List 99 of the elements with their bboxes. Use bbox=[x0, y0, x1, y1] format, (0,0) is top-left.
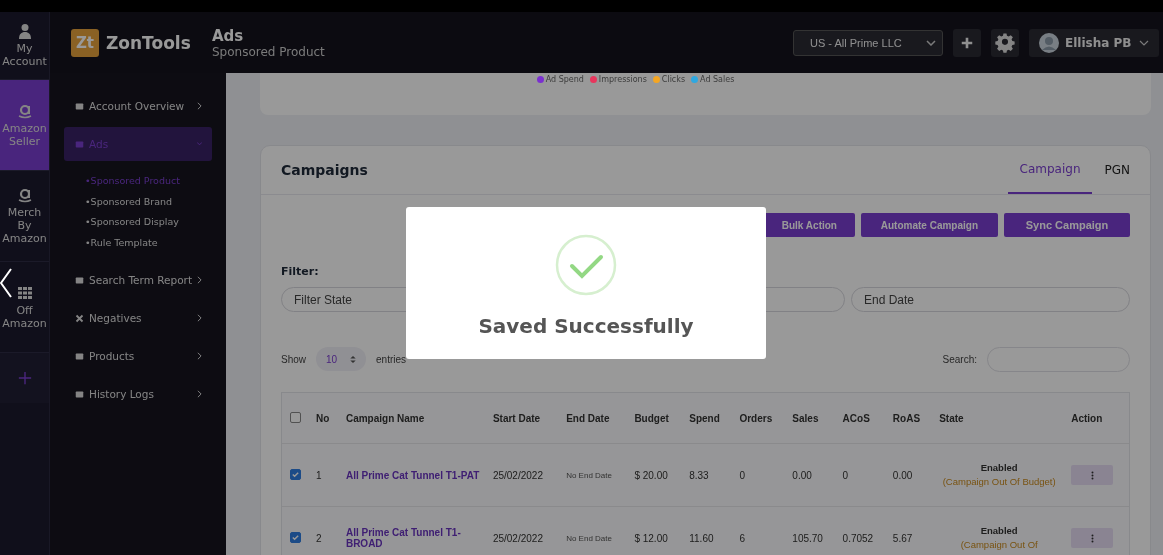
filter-field[interactable]: End Date bbox=[851, 287, 1130, 312]
column-header: Action bbox=[1065, 393, 1129, 444]
table-cell: 1 bbox=[316, 469, 322, 481]
legend-label: Clicks bbox=[661, 74, 686, 84]
nav-icon bbox=[75, 139, 84, 149]
nav-item[interactable]: Products bbox=[64, 339, 212, 373]
tab[interactable]: PGN bbox=[1092, 146, 1142, 194]
account-select[interactable]: US - All Prime LLC bbox=[793, 29, 943, 56]
table-cell: 0 bbox=[842, 469, 849, 481]
row-checkbox[interactable] bbox=[290, 532, 301, 543]
column-header: Campaign Name bbox=[339, 393, 487, 444]
chevron-right-icon bbox=[197, 390, 202, 398]
state-note: (Campaign Out Of Budget) bbox=[941, 475, 1057, 489]
table-cell: 11.60 bbox=[689, 532, 714, 544]
action-button[interactable]: Sync Campaign bbox=[1004, 213, 1130, 237]
nav-item[interactable]: Search Term Report bbox=[64, 263, 212, 297]
nav-icon bbox=[75, 351, 84, 361]
chevron-down-icon bbox=[197, 140, 202, 148]
nav-item[interactable]: Negatives bbox=[64, 301, 212, 335]
chevron-left-icon[interactable] bbox=[0, 266, 12, 300]
filter-label: Filter: bbox=[281, 265, 320, 278]
table-cell: 8.33 bbox=[689, 469, 709, 481]
table-cell: No End Date bbox=[566, 533, 612, 543]
add-button[interactable] bbox=[953, 28, 981, 57]
page-size-select[interactable]: 10 bbox=[316, 347, 366, 371]
tab[interactable]: Campaign bbox=[1007, 146, 1093, 194]
column-header: Start Date bbox=[486, 393, 561, 444]
chevron-down-icon bbox=[926, 39, 936, 46]
grid-icon bbox=[16, 284, 33, 301]
nav-item[interactable]: History Logs bbox=[64, 377, 212, 411]
column-header: State bbox=[933, 393, 1066, 444]
dialog-message: Saved Successfully bbox=[478, 314, 694, 338]
column-header: RoAS bbox=[886, 393, 934, 444]
logo-mark: Zt bbox=[71, 28, 99, 57]
table-cell: No End Date bbox=[566, 470, 612, 480]
chevron-down-icon bbox=[1139, 39, 1149, 46]
chevron-right-icon bbox=[197, 352, 202, 360]
card-title: Campaigns bbox=[281, 162, 368, 178]
state-text: Enabled bbox=[979, 461, 1019, 475]
page-title: Ads bbox=[212, 26, 245, 45]
rail-item[interactable]: Amazon Seller bbox=[0, 80, 49, 171]
table-cell: 0.7052 bbox=[842, 532, 874, 544]
show-label: Show bbox=[281, 353, 306, 365]
sort-icon bbox=[350, 354, 356, 364]
column-header: Spend bbox=[683, 393, 734, 444]
page-subtitle: Sponsored Product bbox=[212, 44, 325, 59]
more-icon bbox=[1090, 533, 1094, 543]
campaign-link[interactable]: All Prime Cat Tunnel T1-BROAD bbox=[345, 527, 481, 549]
entries-label: entries bbox=[376, 353, 407, 365]
campaign-link[interactable]: All Prime Cat Tunnel T1-PAT bbox=[345, 469, 481, 481]
table-cell: $ 20.00 bbox=[634, 469, 668, 481]
state-text: Enabled bbox=[979, 524, 1019, 538]
row-checkbox[interactable] bbox=[290, 469, 301, 480]
legend-label: Ad Sales bbox=[700, 74, 735, 84]
column-header: ACoS bbox=[836, 393, 887, 444]
column-header: Budget bbox=[628, 393, 684, 444]
settings-button[interactable] bbox=[991, 28, 1019, 57]
plus-icon bbox=[960, 35, 974, 50]
column-header: Orders bbox=[733, 393, 787, 444]
user-menu[interactable]: Ellisha PB bbox=[1029, 28, 1159, 57]
nav-icon bbox=[75, 389, 84, 399]
person-icon bbox=[16, 23, 33, 39]
chevron-right-icon bbox=[197, 276, 202, 284]
chevron-right-icon bbox=[197, 102, 202, 110]
table-cell: $ 12.00 bbox=[634, 532, 668, 544]
submenu-item[interactable]: •Sponsored Display bbox=[85, 212, 226, 233]
nav-icon bbox=[75, 101, 84, 111]
avatar-icon bbox=[1039, 32, 1059, 53]
settings-icon bbox=[995, 32, 1015, 53]
chevron-right-icon bbox=[197, 314, 202, 322]
search-label: Search: bbox=[942, 353, 977, 365]
table-cell: 6 bbox=[739, 532, 745, 544]
check-icon bbox=[291, 533, 300, 542]
table-cell: 0 bbox=[739, 469, 745, 481]
column-header: Sales bbox=[786, 393, 837, 444]
nav-icon bbox=[75, 275, 84, 285]
check-icon bbox=[291, 470, 300, 479]
column-header: End Date bbox=[560, 393, 629, 444]
column-header: No bbox=[310, 393, 340, 444]
action-button[interactable]: Automate Campaign bbox=[860, 213, 998, 237]
legend-label: Impressions bbox=[598, 74, 647, 84]
table-cell: 5.67 bbox=[892, 532, 913, 544]
table-cell: 2 bbox=[316, 532, 322, 544]
select-all-checkbox[interactable] bbox=[290, 411, 301, 423]
more-icon bbox=[1090, 470, 1094, 480]
submenu-item[interactable]: •Sponsored Brand bbox=[85, 191, 226, 212]
table-cell: 25/02/2022 bbox=[492, 532, 543, 544]
nav-item[interactable]: Account Overview bbox=[64, 89, 212, 123]
legend-label: Ad Spend bbox=[545, 74, 584, 84]
table-cell: 0.00 bbox=[792, 469, 812, 481]
rail-item[interactable]: Merch By Amazon bbox=[0, 171, 49, 262]
checkmark-circle-icon bbox=[555, 234, 617, 296]
table-cell: 0.00 bbox=[892, 469, 913, 481]
brand-name: ZonTools bbox=[106, 32, 191, 53]
state-note: (Campaign Out Of bbox=[959, 538, 1039, 552]
submenu-item[interactable]: •Rule Template bbox=[85, 232, 226, 253]
nav-icon bbox=[75, 313, 84, 323]
table-cell: 25/02/2022 bbox=[492, 469, 543, 481]
table-cell: 105.70 bbox=[792, 532, 823, 544]
